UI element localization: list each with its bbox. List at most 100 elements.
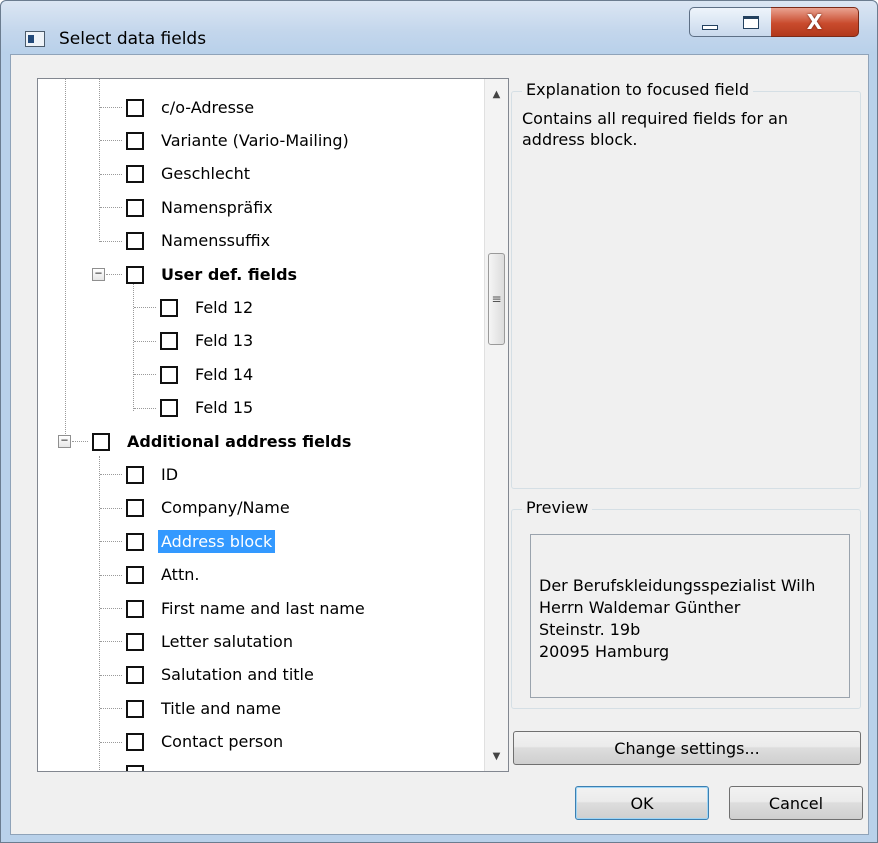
tree-item[interactable]: User def. fields [126, 258, 300, 291]
tree-item[interactable]: Salutation and title [126, 658, 317, 691]
tree-line [72, 441, 88, 442]
tree-item-label[interactable]: Feld 13 [192, 329, 256, 352]
tree-item-label[interactable]: Additional address fields [124, 430, 354, 453]
tree-item-label[interactable]: Feld 14 [192, 363, 256, 386]
tree-item[interactable]: Namenssuffix [126, 224, 273, 257]
preview-line: Herrn Waldemar Günther [539, 598, 741, 617]
tree-item[interactable]: c/o-Adresse [126, 91, 257, 124]
tree-item-checkbox[interactable] [126, 632, 144, 651]
tree-item-checkbox[interactable] [126, 532, 144, 551]
tree-line [134, 408, 156, 409]
explanation-title: Explanation to focused field [522, 80, 754, 99]
tree-item-checkbox[interactable] [126, 565, 144, 584]
tree-line [100, 541, 122, 542]
dialog-window: Select data fields X − − c/o-Adresse Vari… [0, 0, 878, 843]
title-bar[interactable]: Select data fields X [1, 1, 877, 53]
tree-item-label[interactable]: Feld 12 [192, 296, 256, 319]
tree-item-label[interactable]: First name and last name [158, 597, 368, 620]
tree-item[interactable]: Feld 15 [160, 391, 256, 424]
tree-item-checkbox[interactable] [126, 164, 144, 183]
tree-item-label[interactable]: Feld 15 [192, 396, 256, 419]
tree-line [100, 140, 122, 141]
field-tree[interactable]: − − c/o-Adresse Variante (Vario-Mailing) G… [37, 78, 509, 772]
tree-item[interactable]: Variante (Vario-Mailing) [126, 124, 352, 157]
tree-item[interactable]: Address block [126, 525, 276, 558]
minimize-button[interactable] [689, 7, 731, 37]
tree-item[interactable]: ID [126, 458, 181, 491]
tree-item[interactable]: Feld 12 [160, 291, 256, 324]
tree-item[interactable]: Company/Name [126, 491, 293, 524]
tree-item-checkbox[interactable] [126, 665, 144, 684]
tree-item-label[interactable]: c/o-Adresse [158, 96, 257, 119]
tree-line [100, 207, 122, 208]
explanation-text: Contains all required fields for an addr… [522, 109, 789, 149]
tree-item-label[interactable]: Address block [158, 530, 276, 553]
tree-item-label[interactable]: Company/Name [158, 496, 293, 519]
tree-line [65, 79, 66, 442]
tree-item-checkbox[interactable] [160, 331, 178, 350]
tree-item-label[interactable]: Letter salutation [158, 630, 296, 653]
tree-item[interactable]: Namenspräfix [126, 191, 276, 224]
scroll-up-icon[interactable]: ▲ [485, 83, 508, 105]
tree-item[interactable]: Additional address fields [92, 425, 354, 458]
ok-button[interactable]: OK [575, 786, 709, 820]
scroll-down-icon[interactable]: ▼ [485, 745, 508, 767]
tree-line [100, 675, 122, 676]
minimize-icon [702, 24, 718, 30]
maximize-button[interactable] [730, 7, 772, 37]
tree-item[interactable]: First name and last name [126, 592, 368, 625]
preview-line: Der Berufskleidungsspezialist Wilh [539, 576, 816, 595]
tree-item[interactable]: Geschlecht [126, 157, 253, 190]
tree-line [100, 508, 122, 509]
tree-item-label[interactable]: Salutation and title [158, 663, 317, 686]
close-button[interactable]: X [771, 7, 859, 37]
tree-item-label[interactable]: Title and name [158, 697, 284, 720]
tree-line [99, 79, 100, 242]
tree-line [134, 341, 156, 342]
tree-item[interactable]: Letter salutation [126, 625, 296, 658]
change-settings-button[interactable]: Change settings... [513, 731, 861, 765]
vertical-scrollbar[interactable]: ▲ ≡ ▼ [484, 79, 508, 771]
tree-item-checkbox[interactable] [126, 732, 144, 751]
tree-line [100, 575, 122, 576]
tree-item[interactable]: Attn. [126, 558, 202, 591]
tree-item-checkbox[interactable] [126, 498, 144, 517]
tree-item-checkbox[interactable] [126, 465, 144, 484]
preview-line: Steinstr. 19b [539, 620, 641, 639]
tree-item-checkbox[interactable] [126, 699, 144, 718]
tree-item-checkbox[interactable] [160, 398, 178, 417]
tree-item-checkbox[interactable] [92, 432, 110, 451]
preview-title: Preview [522, 498, 593, 517]
app-icon [25, 31, 45, 47]
tree-item-checkbox[interactable] [126, 765, 144, 771]
tree-item-label[interactable]: Attn. [158, 563, 202, 586]
tree-item[interactable]: Feld 14 [160, 358, 256, 391]
tree-item-checkbox[interactable] [126, 599, 144, 618]
tree-line [106, 274, 122, 275]
tree-item-checkbox[interactable] [126, 265, 144, 284]
tree-item-checkbox[interactable] [160, 365, 178, 384]
tree-item-label[interactable]: Geschlecht [158, 162, 253, 185]
tree-item-label[interactable]: Namenspräfix [158, 196, 276, 219]
tree-item-checkbox[interactable] [126, 231, 144, 250]
tree-item-checkbox[interactable] [126, 131, 144, 150]
explanation-group: Explanation to focused field Contains al… [511, 80, 861, 489]
tree-item-checkbox[interactable] [126, 98, 144, 117]
collapse-icon[interactable]: − [58, 434, 71, 448]
tree-item[interactable]: Title and name [126, 692, 284, 725]
tree-item-label[interactable]: ID [158, 463, 181, 486]
collapse-icon[interactable]: − [92, 267, 105, 281]
tree-item[interactable]: Feld 13 [160, 324, 256, 357]
preview-box: Der Berufskleidungsspezialist Wilh Herrn… [530, 534, 850, 698]
scrollbar-thumb[interactable]: ≡ [488, 253, 505, 345]
tree-line [100, 641, 122, 642]
tree-line [100, 742, 122, 743]
tree-item-checkbox[interactable] [126, 198, 144, 217]
tree-item-label[interactable]: Namenssuffix [158, 229, 273, 252]
tree-item-label[interactable]: User def. fields [158, 263, 300, 286]
tree-item-label[interactable]: Variante (Vario-Mailing) [158, 129, 352, 152]
tree-item-label[interactable]: Contact person [158, 730, 286, 753]
tree-item[interactable]: Contact person [126, 725, 286, 758]
tree-item-checkbox[interactable] [160, 298, 178, 317]
cancel-button[interactable]: Cancel [729, 786, 863, 820]
